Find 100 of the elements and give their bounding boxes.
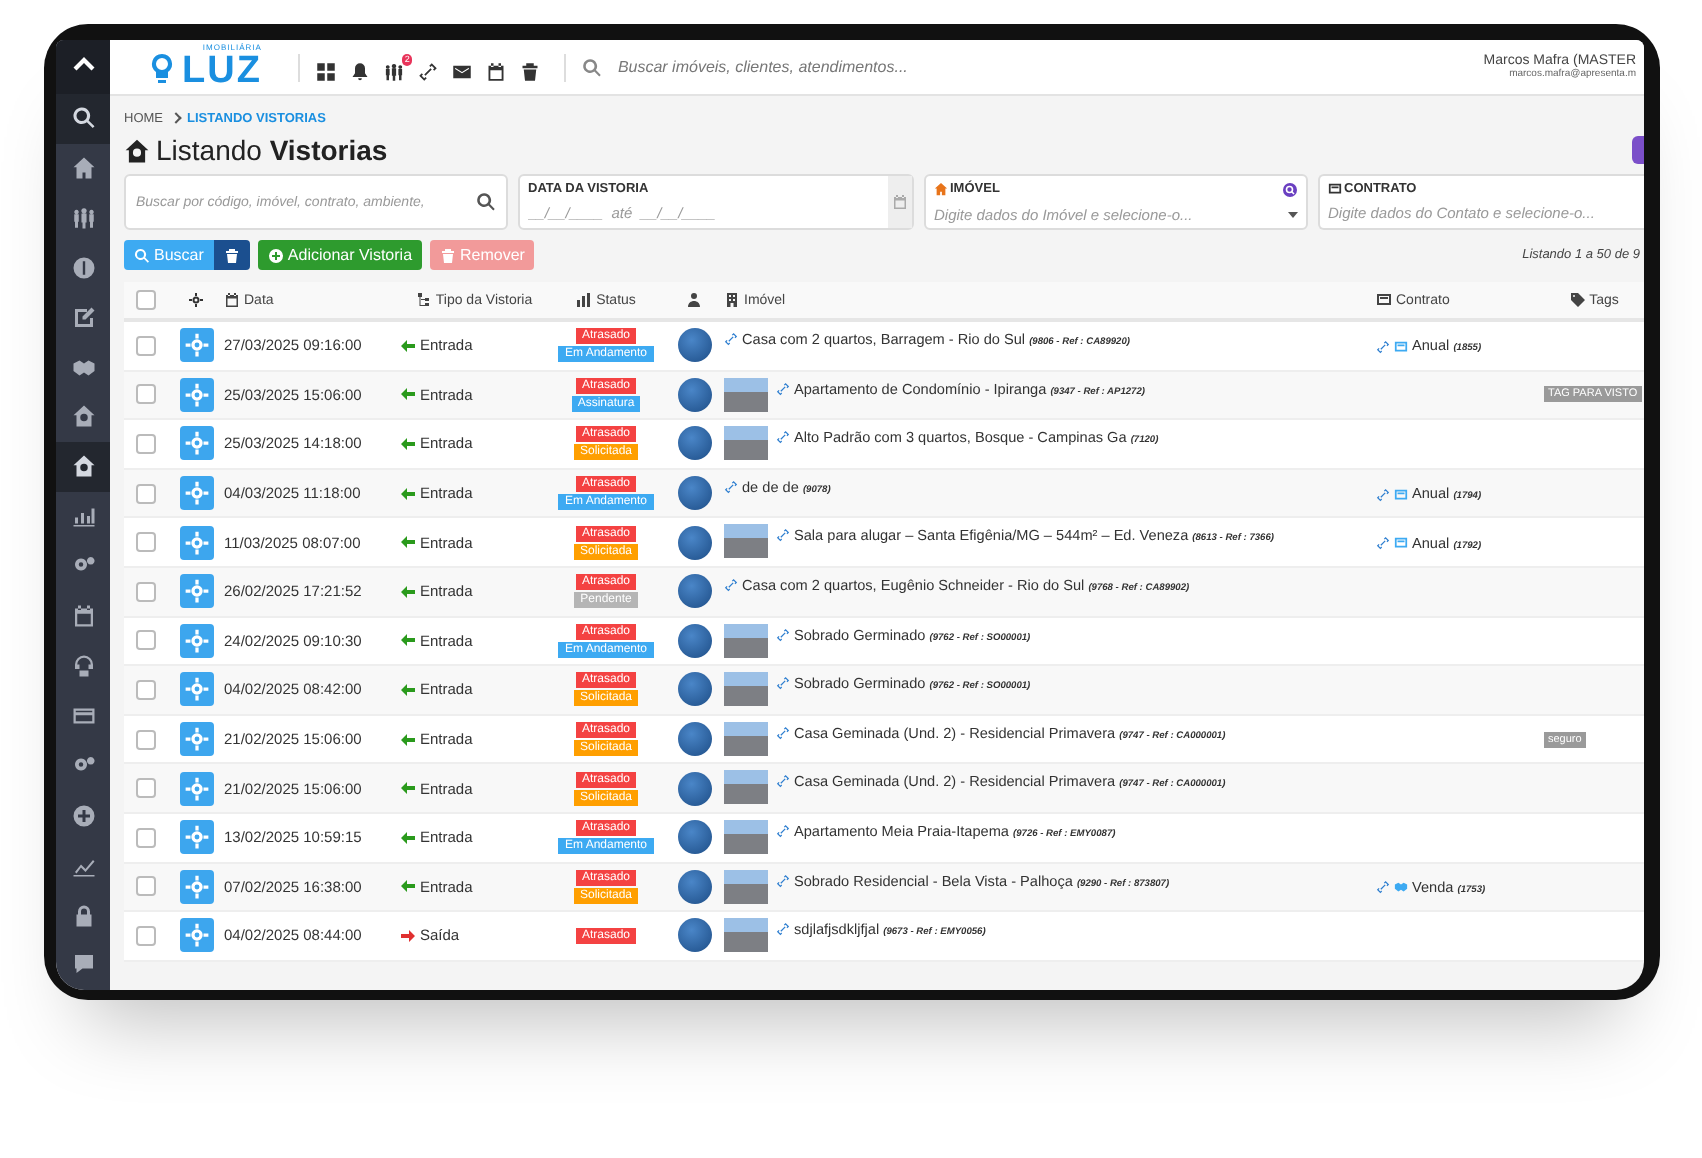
- trash-icon: [440, 247, 457, 263]
- link-icon: [776, 627, 790, 642]
- row-checkbox[interactable]: [136, 483, 156, 504]
- headset-icon: [71, 654, 95, 679]
- avatar-circle: [677, 377, 711, 412]
- row-checkbox[interactable]: [136, 778, 156, 799]
- card-icon: [71, 703, 95, 728]
- link-icon: [776, 922, 790, 937]
- lock-icon: [71, 903, 95, 928]
- avatar-circle: [677, 672, 711, 707]
- link-icon: [776, 528, 790, 543]
- search-icon: [71, 106, 95, 131]
- plus-icon: [267, 247, 284, 263]
- edit-icon: [71, 305, 95, 330]
- settings-button[interactable]: [179, 525, 213, 560]
- bar-chart-icon: [71, 504, 95, 529]
- tree-icon: [415, 292, 432, 308]
- settings-button[interactable]: [179, 574, 213, 609]
- sidebar-item[interactable]: [56, 93, 110, 143]
- link-icon: [1376, 536, 1390, 551]
- chat-icon: [71, 952, 95, 977]
- plus-icon: [71, 803, 95, 828]
- global-search-input[interactable]: Buscar imóveis, clientes, atendimentos...: [613, 56, 1062, 78]
- calendar-icon: [892, 194, 908, 210]
- document-icon: [1376, 292, 1392, 308]
- avatar-circle: [677, 820, 711, 855]
- avatar-circle: [677, 918, 711, 953]
- link-icon: [776, 430, 790, 445]
- link-icon: [776, 774, 790, 789]
- mail-icon: [451, 61, 472, 81]
- person-icon: [686, 292, 702, 308]
- row-checkbox[interactable]: [136, 925, 156, 946]
- link-icon: [417, 61, 438, 81]
- select-all-checkbox[interactable]: [136, 290, 156, 310]
- handshake-icon: [71, 355, 95, 380]
- caret-icon: [1288, 211, 1298, 217]
- sidebar-item[interactable]: [56, 441, 110, 492]
- row-checkbox[interactable]: [136, 827, 156, 848]
- home-icon: [71, 155, 95, 180]
- settings-button[interactable]: [179, 377, 213, 412]
- settings-button[interactable]: [179, 722, 213, 757]
- settings-button[interactable]: [179, 623, 213, 658]
- search-icon: [134, 247, 150, 263]
- avatar-circle: [677, 771, 711, 806]
- action-button[interactable]: [1632, 136, 1644, 164]
- row-checkbox[interactable]: [136, 384, 156, 405]
- calendar-icon: [224, 292, 240, 308]
- tag-icon: [1569, 292, 1586, 308]
- people-icon: [71, 205, 95, 230]
- settings-button[interactable]: [179, 869, 213, 904]
- bar-chart-icon: [576, 292, 593, 308]
- row-checkbox[interactable]: [136, 581, 156, 602]
- global-search-field[interactable]: Buscar imóveis, clientes, atendimentos...: [581, 56, 1468, 78]
- row-checkbox[interactable]: [136, 433, 156, 454]
- search-icon: [581, 57, 602, 77]
- avatar-circle: [677, 869, 711, 904]
- link-icon: [724, 577, 738, 592]
- settings-button[interactable]: [179, 672, 213, 707]
- settings-button[interactable]: [179, 771, 213, 806]
- calendar-icon: [71, 604, 95, 629]
- link-icon: [776, 823, 790, 838]
- link-icon: [724, 479, 738, 494]
- bell-icon: [349, 61, 370, 81]
- avatar-circle: [677, 574, 711, 609]
- trash-button[interactable]: [213, 240, 250, 270]
- coin-icon: [71, 255, 95, 280]
- link-icon: [1376, 339, 1390, 354]
- document-icon: [1328, 182, 1342, 196]
- add-button[interactable]: Adicionar Vistoria: [257, 240, 423, 270]
- building-icon: [724, 292, 740, 308]
- trash-icon: [223, 247, 240, 263]
- avatar-circle: [677, 328, 711, 363]
- link-icon: [1376, 880, 1390, 895]
- house-icon: [71, 454, 95, 479]
- row-checkbox[interactable]: [136, 630, 156, 651]
- search-icon[interactable]: [1282, 181, 1298, 197]
- row-checkbox[interactable]: [136, 532, 156, 553]
- row-checkbox[interactable]: [136, 335, 156, 356]
- row-checkbox[interactable]: [136, 876, 156, 897]
- avatar-circle: [677, 623, 711, 658]
- row-checkbox[interactable]: [136, 679, 156, 700]
- house-icon: [124, 137, 150, 163]
- settings-button[interactable]: [179, 328, 213, 363]
- settings-button[interactable]: [179, 918, 213, 953]
- trash-icon: [519, 61, 540, 81]
- settings-button[interactable]: [179, 820, 213, 855]
- link-icon: [1376, 487, 1390, 502]
- link-icon: [776, 676, 790, 691]
- settings-button[interactable]: [179, 476, 213, 511]
- logo-text: LUZ: [182, 52, 262, 90]
- link-icon: [776, 381, 790, 396]
- people-icon: [383, 61, 404, 81]
- avatar-circle: [677, 722, 711, 757]
- house-icon: [71, 404, 95, 429]
- page-title: Listando Vistorias: [156, 134, 388, 166]
- row-checkbox[interactable]: [136, 729, 156, 750]
- avatar-circle: [677, 525, 711, 560]
- settings-button[interactable]: [179, 426, 213, 461]
- link-icon: [776, 725, 790, 740]
- avatar-circle: [677, 476, 711, 511]
